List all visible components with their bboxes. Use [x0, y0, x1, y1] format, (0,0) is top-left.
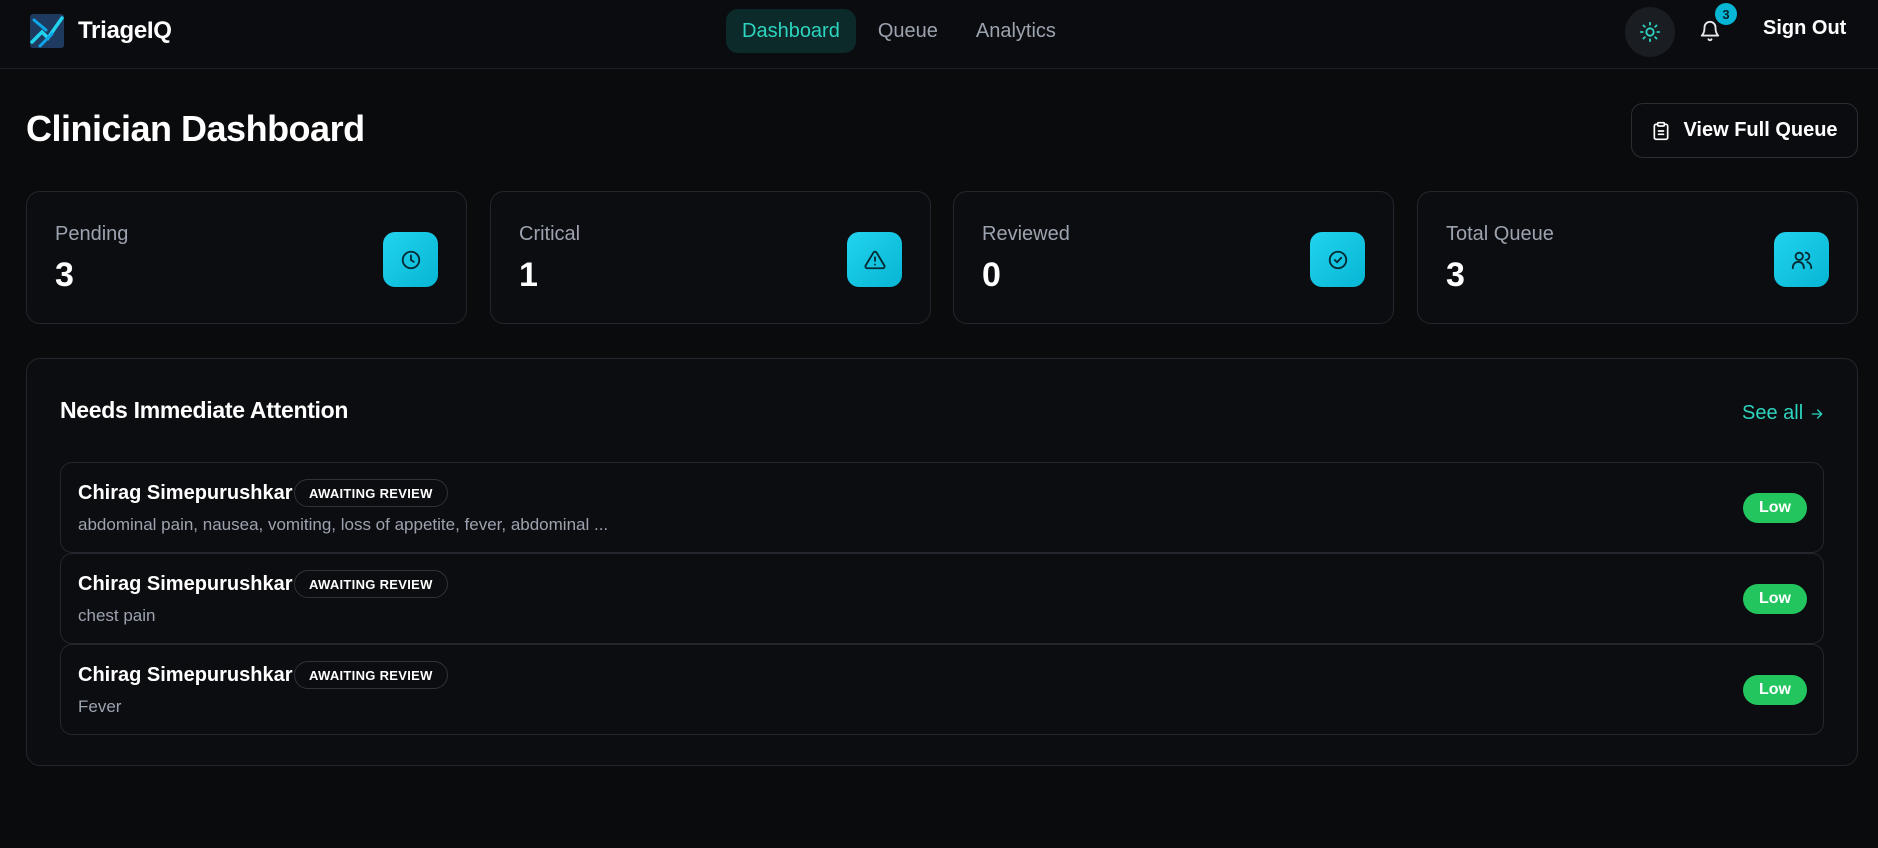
- notifications-button[interactable]: 3: [1690, 3, 1737, 53]
- clipboard-icon: [1653, 121, 1669, 140]
- list-item[interactable]: Chirag Simepurushkar AWAITING REVIEW abd…: [60, 462, 1824, 553]
- view-full-queue-button[interactable]: View Full Queue: [1631, 103, 1858, 158]
- nav-analytics[interactable]: Analytics: [960, 9, 1072, 53]
- stat-label: Total Queue: [1446, 223, 1554, 245]
- logo-icon: [30, 14, 64, 48]
- stat-icon-pending: [383, 232, 438, 287]
- top-navbar: TriageIQ Dashboard Queue Analytics 3 Sig…: [0, 0, 1878, 69]
- stat-icon-reviewed: [1310, 232, 1365, 287]
- symptoms-text: Fever: [78, 697, 122, 716]
- sign-out-button[interactable]: Sign Out: [1763, 17, 1846, 40]
- users-icon: [1791, 251, 1812, 269]
- nav-dashboard[interactable]: Dashboard: [726, 9, 856, 53]
- status-badge: AWAITING REVIEW: [294, 570, 448, 598]
- stat-card-reviewed: Reviewed 0: [953, 191, 1394, 324]
- status-badge: AWAITING REVIEW: [294, 661, 448, 689]
- check-circle-icon: [1328, 250, 1347, 269]
- stat-value: 0: [982, 256, 1001, 294]
- arrow-right-icon: [1811, 408, 1823, 419]
- priority-badge: Low: [1743, 675, 1807, 705]
- brand[interactable]: TriageIQ: [28, 12, 172, 50]
- list-item[interactable]: Chirag Simepurushkar AWAITING REVIEW Fev…: [60, 644, 1824, 735]
- symptoms-text: abdominal pain, nausea, vomiting, loss o…: [78, 515, 609, 534]
- bell-icon: [1700, 21, 1720, 42]
- patient-name: Chirag Simepurushkar: [78, 573, 293, 595]
- stat-label: Reviewed: [982, 223, 1070, 245]
- view-full-queue-label: View Full Queue: [1683, 119, 1838, 141]
- page-title: Clinician Dashboard: [26, 108, 365, 149]
- clock-icon: [401, 250, 420, 269]
- stat-icon-total-queue: [1774, 232, 1829, 287]
- stat-label: Critical: [519, 223, 581, 245]
- stat-card-critical: Critical 1: [490, 191, 931, 324]
- app-name: TriageIQ: [78, 17, 172, 44]
- main-nav: Dashboard Queue Analytics: [726, 9, 1072, 53]
- stat-value: 1: [519, 256, 538, 294]
- symptoms-text: chest pain: [78, 606, 156, 625]
- priority-badge: Low: [1743, 584, 1807, 614]
- stat-label: Pending: [55, 223, 129, 245]
- nav-queue[interactable]: Queue: [862, 9, 954, 53]
- panel-title: Needs Immediate Attention: [60, 397, 349, 423]
- patient-name: Chirag Simepurushkar: [78, 664, 293, 686]
- stat-card-pending: Pending 3: [26, 191, 467, 324]
- stat-icon-critical: [847, 232, 902, 287]
- attention-panel: Needs Immediate Attention See all Chirag…: [26, 358, 1858, 766]
- list-item[interactable]: Chirag Simepurushkar AWAITING REVIEW che…: [60, 553, 1824, 644]
- stat-value: 3: [55, 256, 74, 294]
- see-all-link[interactable]: See all: [1742, 402, 1825, 425]
- patient-name: Chirag Simepurushkar: [78, 482, 293, 504]
- stat-value: 3: [1446, 256, 1465, 294]
- sun-icon: [1639, 21, 1661, 43]
- see-all-label: See all: [1742, 402, 1804, 424]
- theme-toggle-button[interactable]: [1625, 7, 1675, 57]
- status-badge: AWAITING REVIEW: [294, 479, 448, 507]
- alert-triangle-icon: [864, 250, 885, 269]
- priority-badge: Low: [1743, 493, 1807, 523]
- stat-card-total-queue: Total Queue 3: [1417, 191, 1858, 324]
- notification-count-badge: 3: [1715, 3, 1737, 25]
